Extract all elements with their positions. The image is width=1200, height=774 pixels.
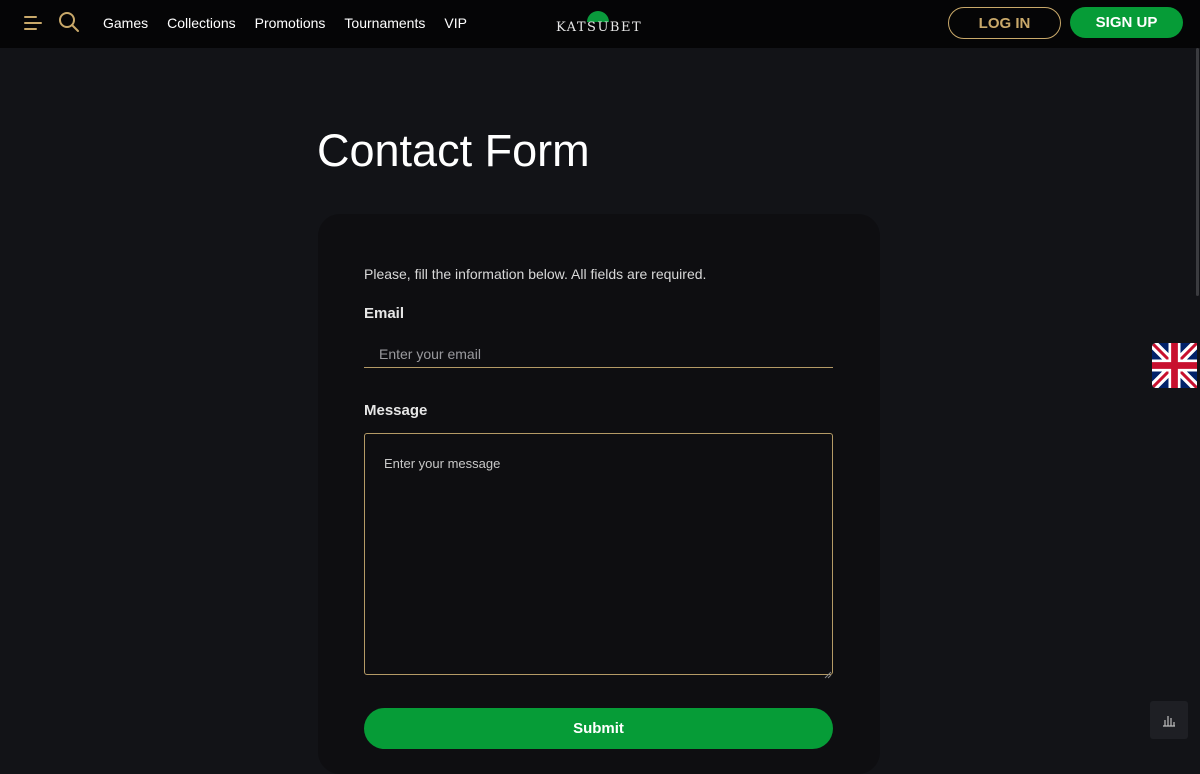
search-icon[interactable] <box>58 11 80 33</box>
email-field[interactable] <box>364 340 833 368</box>
login-button[interactable]: LOG IN <box>948 7 1061 39</box>
hamburger-menu-icon[interactable] <box>24 14 42 32</box>
scrollbar-thumb[interactable] <box>1196 48 1199 296</box>
stats-button[interactable] <box>1150 701 1188 739</box>
nav-tournaments[interactable]: Tournaments <box>344 15 425 31</box>
site-logo[interactable]: KATSUBET <box>556 10 642 38</box>
form-intro-text: Please, fill the information below. All … <box>364 266 707 282</box>
email-label: Email <box>364 305 405 322</box>
bar-chart-icon <box>1163 716 1175 727</box>
nav-games[interactable]: Games <box>103 15 148 31</box>
page-title: Contact Form <box>317 125 590 176</box>
nav-vip[interactable]: VIP <box>444 15 467 31</box>
message-label: Message <box>364 402 428 419</box>
nav-promotions[interactable]: Promotions <box>255 15 326 31</box>
signup-button[interactable]: SIGN UP <box>1070 7 1183 38</box>
submit-button[interactable]: Submit <box>364 708 833 749</box>
nav-collections[interactable]: Collections <box>167 15 235 31</box>
message-textarea[interactable] <box>364 433 833 675</box>
main-nav: Games Collections Promotions Tournaments… <box>103 15 486 31</box>
uk-flag-icon[interactable] <box>1152 343 1197 388</box>
resize-grip-icon[interactable] <box>824 666 832 679</box>
logo-text: KATSUBET <box>556 20 643 35</box>
top-header: Games Collections Promotions Tournaments… <box>0 0 1200 48</box>
